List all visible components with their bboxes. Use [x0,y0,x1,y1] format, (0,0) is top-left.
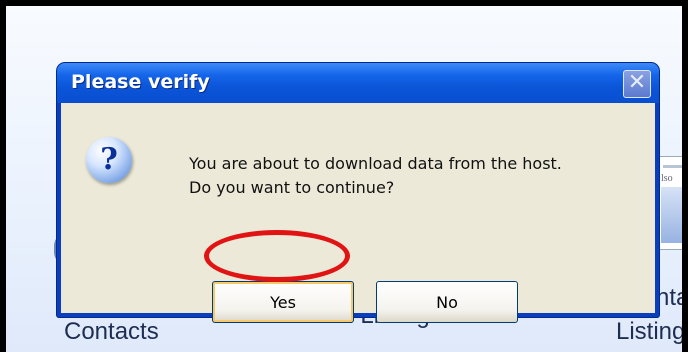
message-line-1: You are about to download data from the … [189,154,562,173]
question-icon: ? [86,137,132,183]
dialog-body: ? You are about to download data from th… [61,103,655,323]
thumbnail-image [661,187,682,243]
listing-thumbnail[interactable]: lso [656,156,682,250]
partial-label-bottom[interactable]: Listing [616,318,682,346]
thumbnail-bar [663,165,682,168]
verify-dialog: Please verify ✕ ? You are about to downl… [57,63,659,323]
dialog-message: You are about to download data from the … [189,152,562,200]
no-button[interactable]: No [376,281,518,323]
dialog-titlebar[interactable]: Please verify ✕ [57,63,659,103]
partial-label-top[interactable]: nta [656,284,682,312]
yes-button[interactable]: Yes [212,281,354,323]
red-highlight-ellipse [204,230,350,282]
close-button[interactable]: ✕ [623,70,651,98]
message-line-2: Do you want to continue? [189,178,395,197]
close-icon: ✕ [627,70,647,95]
contacts-label[interactable]: Contacts [64,318,159,346]
thumbnail-text: lso [661,173,673,184]
dialog-title: Please verify [71,71,210,93]
